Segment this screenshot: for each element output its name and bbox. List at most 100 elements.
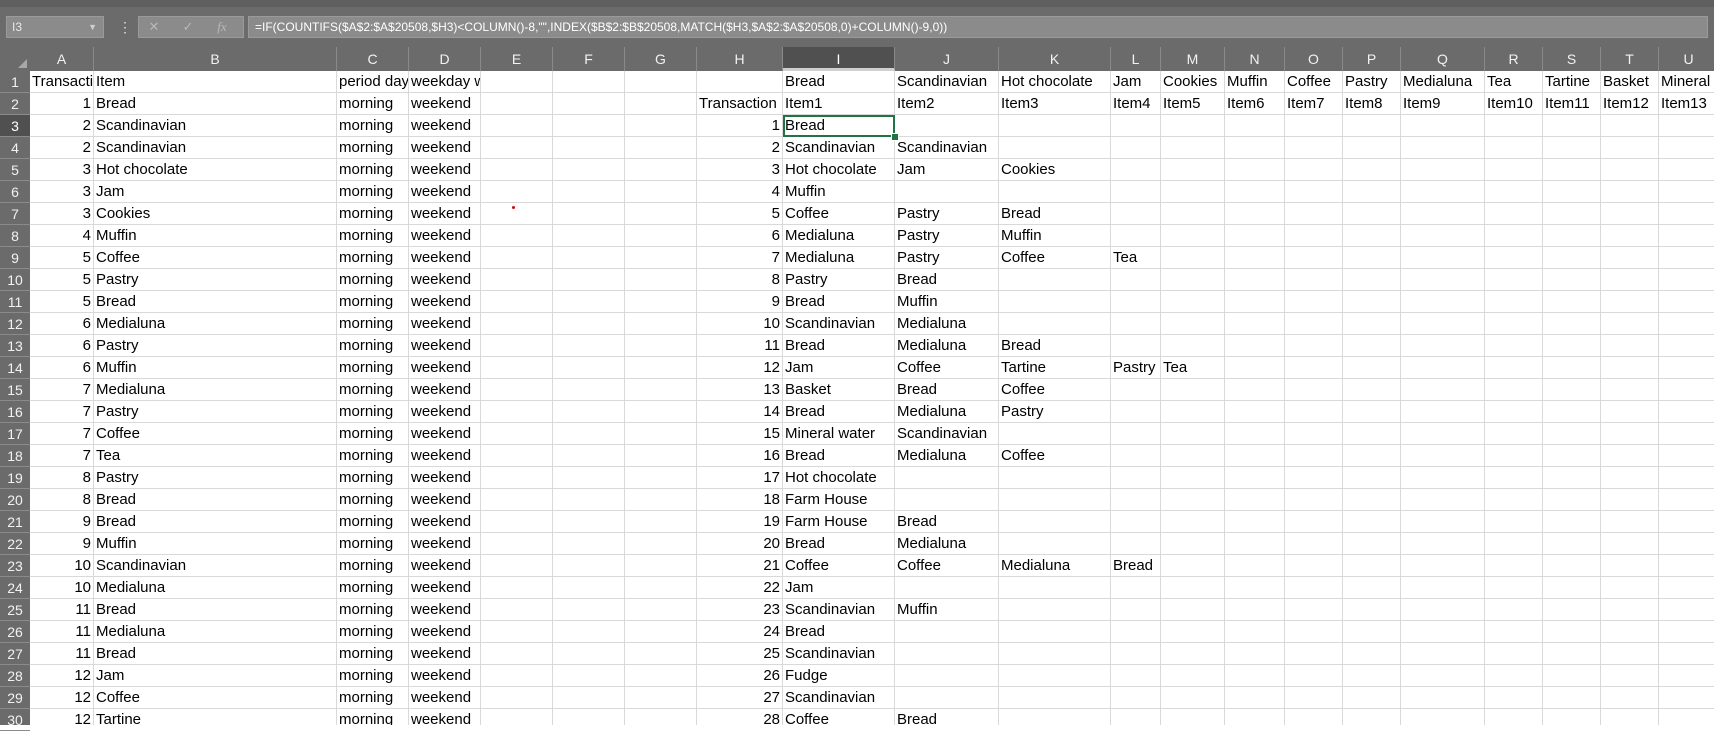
cell-q3[interactable]	[1401, 115, 1485, 137]
cell-h27[interactable]: 25	[697, 643, 783, 665]
cell-t27[interactable]	[1601, 643, 1659, 665]
cell-n16[interactable]	[1225, 401, 1285, 423]
column-header-e[interactable]: E	[481, 47, 553, 71]
cell-l19[interactable]	[1111, 467, 1161, 489]
cell-g15[interactable]	[625, 379, 697, 401]
cell-k7[interactable]: Bread	[999, 203, 1111, 225]
cell-l13[interactable]	[1111, 335, 1161, 357]
cell-f23[interactable]	[553, 555, 625, 577]
cell-m14[interactable]: Tea	[1161, 357, 1225, 379]
cell-b18[interactable]: Tea	[94, 445, 337, 467]
cell-e23[interactable]	[481, 555, 553, 577]
cell-m21[interactable]	[1161, 511, 1225, 533]
chevron-down-icon[interactable]: ▼	[88, 17, 97, 37]
cell-n8[interactable]	[1225, 225, 1285, 247]
cell-d1[interactable]: weekday weekend	[409, 71, 481, 93]
cell-n18[interactable]	[1225, 445, 1285, 467]
row-header-17[interactable]: 17	[0, 423, 30, 445]
cell-a18[interactable]: 7	[30, 445, 94, 467]
cell-c3[interactable]: morning	[337, 115, 409, 137]
column-header-a[interactable]: A	[30, 47, 94, 71]
cell-o2[interactable]: Item7	[1285, 93, 1343, 115]
cell-e29[interactable]	[481, 687, 553, 709]
cell-b14[interactable]: Muffin	[94, 357, 337, 379]
cell-d20[interactable]: weekend	[409, 489, 481, 511]
cell-j11[interactable]: Muffin	[895, 291, 999, 313]
cell-k4[interactable]	[999, 137, 1111, 159]
cell-s4[interactable]	[1543, 137, 1601, 159]
cell-m13[interactable]	[1161, 335, 1225, 357]
cell-c30[interactable]: morning	[337, 709, 409, 725]
cell-s13[interactable]	[1543, 335, 1601, 357]
cell-s5[interactable]	[1543, 159, 1601, 181]
cell-b30[interactable]: Tartine	[94, 709, 337, 725]
cell-r8[interactable]	[1485, 225, 1543, 247]
cell-m23[interactable]	[1161, 555, 1225, 577]
cell-i15[interactable]: Basket	[783, 379, 895, 401]
cell-t2[interactable]: Item12	[1601, 93, 1659, 115]
cell-h16[interactable]: 14	[697, 401, 783, 423]
cell-p13[interactable]	[1343, 335, 1401, 357]
cell-f17[interactable]	[553, 423, 625, 445]
cell-a17[interactable]: 7	[30, 423, 94, 445]
cell-e21[interactable]	[481, 511, 553, 533]
cell-k27[interactable]	[999, 643, 1111, 665]
cell-c4[interactable]: morning	[337, 137, 409, 159]
cell-c5[interactable]: morning	[337, 159, 409, 181]
cell-q12[interactable]	[1401, 313, 1485, 335]
cell-t6[interactable]	[1601, 181, 1659, 203]
cell-g6[interactable]	[625, 181, 697, 203]
cell-e20[interactable]	[481, 489, 553, 511]
cell-u14[interactable]	[1659, 357, 1714, 379]
cell-n19[interactable]	[1225, 467, 1285, 489]
cell-c15[interactable]: morning	[337, 379, 409, 401]
cell-g9[interactable]	[625, 247, 697, 269]
cell-g17[interactable]	[625, 423, 697, 445]
cell-p3[interactable]	[1343, 115, 1401, 137]
cell-l17[interactable]	[1111, 423, 1161, 445]
cell-g23[interactable]	[625, 555, 697, 577]
cell-i25[interactable]: Scandinavian	[783, 599, 895, 621]
cell-b10[interactable]: Pastry	[94, 269, 337, 291]
cell-k20[interactable]	[999, 489, 1111, 511]
column-header-p[interactable]: P	[1343, 47, 1401, 71]
cell-o28[interactable]	[1285, 665, 1343, 687]
cell-e13[interactable]	[481, 335, 553, 357]
cell-d9[interactable]: weekend	[409, 247, 481, 269]
cell-p28[interactable]	[1343, 665, 1401, 687]
cell-q7[interactable]	[1401, 203, 1485, 225]
cell-s6[interactable]	[1543, 181, 1601, 203]
cell-e30[interactable]	[481, 709, 553, 725]
cell-h8[interactable]: 6	[697, 225, 783, 247]
cell-t10[interactable]	[1601, 269, 1659, 291]
column-header-h[interactable]: H	[697, 47, 783, 71]
cell-r20[interactable]	[1485, 489, 1543, 511]
cell-a11[interactable]: 5	[30, 291, 94, 313]
cell-u13[interactable]	[1659, 335, 1714, 357]
cell-b23[interactable]: Scandinavian	[94, 555, 337, 577]
cell-k29[interactable]	[999, 687, 1111, 709]
cell-p12[interactable]	[1343, 313, 1401, 335]
cell-h6[interactable]: 4	[697, 181, 783, 203]
cell-i2[interactable]: Item1	[783, 93, 895, 115]
cell-g29[interactable]	[625, 687, 697, 709]
cell-q24[interactable]	[1401, 577, 1485, 599]
row-header-14[interactable]: 14	[0, 357, 30, 379]
cell-q5[interactable]	[1401, 159, 1485, 181]
row-header-8[interactable]: 8	[0, 225, 30, 247]
cell-a27[interactable]: 11	[30, 643, 94, 665]
cell-q20[interactable]	[1401, 489, 1485, 511]
cell-a12[interactable]: 6	[30, 313, 94, 335]
cell-q18[interactable]	[1401, 445, 1485, 467]
cell-p22[interactable]	[1343, 533, 1401, 555]
cell-g4[interactable]	[625, 137, 697, 159]
cell-k5[interactable]: Cookies	[999, 159, 1111, 181]
cell-k12[interactable]	[999, 313, 1111, 335]
cell-b19[interactable]: Pastry	[94, 467, 337, 489]
cell-c7[interactable]: morning	[337, 203, 409, 225]
cell-g11[interactable]	[625, 291, 697, 313]
cell-f2[interactable]	[553, 93, 625, 115]
cell-j22[interactable]: Medialuna	[895, 533, 999, 555]
cell-i18[interactable]: Bread	[783, 445, 895, 467]
cell-g18[interactable]	[625, 445, 697, 467]
